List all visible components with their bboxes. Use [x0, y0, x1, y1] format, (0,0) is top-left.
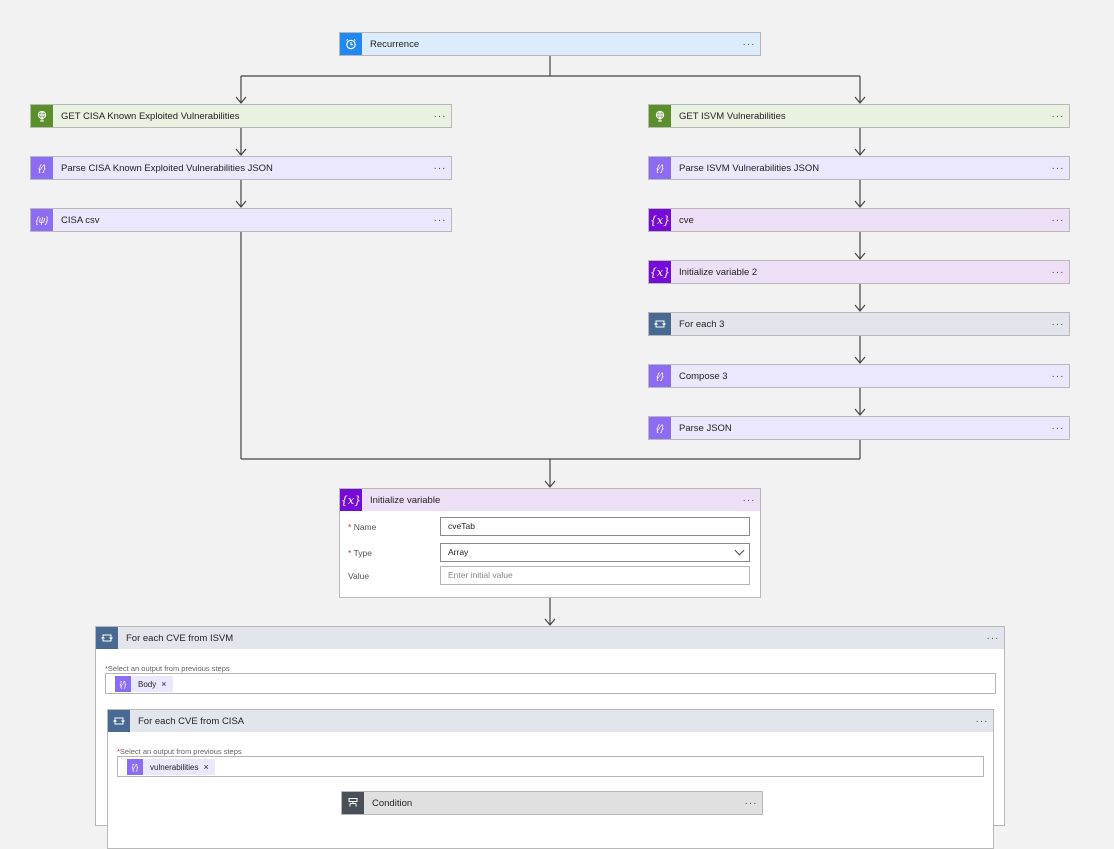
type-select[interactable]: Array	[440, 543, 750, 562]
for-each-cisa-header[interactable]: For each CVE from CISA ···	[108, 710, 993, 732]
more-options-icon[interactable]: ···	[738, 495, 760, 506]
cve-variable-action[interactable]: {x} cve ···	[648, 208, 1070, 232]
name-input[interactable]: cveTab	[440, 517, 750, 536]
vulnerabilities-token[interactable]: {⁄} vulnerabilities ×	[127, 759, 215, 775]
parse-isvm-label: Parse ISVM Vulnerabilities JSON	[679, 162, 820, 174]
init-variable-2-label: Initialize variable 2	[679, 266, 758, 278]
braces-icon: {⁄}	[31, 157, 53, 179]
recurrence-trigger[interactable]: Recurrence ···	[339, 32, 761, 56]
vulnerabilities-token-label: vulnerabilities	[150, 762, 199, 772]
remove-token-icon[interactable]: ×	[203, 762, 208, 772]
condition-action[interactable]: Condition ···	[341, 791, 763, 815]
name-field-label: * Name	[348, 522, 377, 532]
more-options-icon[interactable]: ···	[1047, 371, 1069, 382]
braces-icon: {⁄}	[649, 417, 671, 439]
parse-isvm-action[interactable]: {⁄} Parse ISVM Vulnerabilities JSON ···	[648, 156, 1070, 180]
for-each-cisa-title: For each CVE from CISA	[138, 715, 245, 727]
get-cisa-label: GET CISA Known Exploited Vulnerabilities	[61, 110, 240, 122]
chevron-down-icon	[734, 545, 745, 556]
more-options-icon[interactable]: ···	[429, 111, 451, 122]
parse-json-action[interactable]: {⁄} Parse JSON ···	[648, 416, 1070, 440]
parse-cisa-action[interactable]: {⁄} Parse CISA Known Exploited Vulnerabi…	[30, 156, 452, 180]
cisa-output-input[interactable]: {⁄} vulnerabilities ×	[117, 756, 984, 777]
init-variable-2-action[interactable]: {x} Initialize variable 2 ···	[648, 260, 1070, 284]
remove-token-icon[interactable]: ×	[161, 679, 166, 689]
for-each-3-label: For each 3	[679, 318, 725, 330]
more-options-icon[interactable]: ···	[971, 716, 993, 727]
braces-icon: {⁄}	[115, 676, 131, 692]
more-options-icon[interactable]: ···	[1047, 215, 1069, 226]
value-input[interactable]: Enter initial value	[440, 566, 750, 585]
loop-icon	[108, 710, 130, 732]
for-each-isvm-container[interactable]: For each CVE from ISVM ··· *Select an ou…	[95, 626, 1005, 849]
initialize-variable-title: Initialize variable	[370, 494, 441, 506]
more-options-icon[interactable]: ···	[1047, 267, 1069, 278]
more-options-icon[interactable]: ···	[740, 798, 762, 809]
for-each-isvm-header[interactable]: For each CVE from ISVM ···	[96, 627, 1004, 649]
more-options-icon[interactable]: ···	[1047, 163, 1069, 174]
more-options-icon[interactable]: ···	[1047, 423, 1069, 434]
more-options-icon[interactable]: ···	[1047, 319, 1069, 330]
recurrence-label: Recurrence	[370, 38, 420, 50]
for-each-cisa-container[interactable]: For each CVE from CISA ··· *Select an ou…	[107, 709, 994, 849]
for-each-3-action[interactable]: For each 3 ···	[648, 312, 1070, 336]
globe-icon	[31, 105, 53, 127]
initialize-variable-card[interactable]: {x} Initialize variable ··· * Name cveTa…	[339, 488, 761, 598]
parse-cisa-label: Parse CISA Known Exploited Vulnerabiliti…	[61, 162, 273, 174]
loop-icon	[96, 627, 118, 649]
cve-label: cve	[679, 214, 694, 226]
compose-3-label: Compose 3	[679, 370, 728, 382]
variable-x-icon: {x}	[649, 261, 671, 283]
get-isvm-label: GET ISVM Vulnerabilities	[679, 110, 786, 122]
globe-icon	[649, 105, 671, 127]
more-options-icon[interactable]: ···	[429, 215, 451, 226]
isvm-output-input[interactable]: {⁄} Body ×	[105, 673, 996, 694]
more-options-icon[interactable]: ···	[429, 163, 451, 174]
body-token-label: Body	[138, 679, 157, 689]
cisa-csv-action[interactable]: {ψ} CISA csv ···	[30, 208, 452, 232]
initialize-variable-header[interactable]: {x} Initialize variable ···	[340, 489, 760, 511]
braces-icon: {⁄}	[649, 365, 671, 387]
cisa-csv-label: CISA csv	[61, 214, 100, 226]
alarm-clock-icon	[340, 33, 362, 55]
condition-label: Condition	[372, 797, 413, 809]
variable-x-icon: {x}	[340, 489, 362, 511]
condition-icon	[342, 792, 364, 814]
body-token[interactable]: {⁄} Body ×	[115, 676, 173, 692]
for-each-isvm-title: For each CVE from ISVM	[126, 632, 234, 644]
compose-3-action[interactable]: {⁄} Compose 3 ···	[648, 364, 1070, 388]
more-options-icon[interactable]: ···	[738, 39, 760, 50]
variable-x-icon: {x}	[649, 209, 671, 231]
parse-json-label: Parse JSON	[679, 422, 732, 434]
type-select-value: Array	[448, 547, 469, 557]
more-options-icon[interactable]: ···	[1047, 111, 1069, 122]
get-cisa-action[interactable]: GET CISA Known Exploited Vulnerabilities…	[30, 104, 452, 128]
cisa-select-label: *Select an output from previous steps	[117, 747, 242, 756]
braces-icon: {⁄}	[127, 759, 143, 775]
value-field-label: Value	[348, 571, 370, 581]
isvm-select-label: *Select an output from previous steps	[105, 664, 230, 673]
braces-icon: {⁄}	[649, 157, 671, 179]
more-options-icon[interactable]: ···	[982, 633, 1004, 644]
braces-icon: {ψ}	[31, 209, 53, 231]
get-isvm-action[interactable]: GET ISVM Vulnerabilities ···	[648, 104, 1070, 128]
type-field-label: * Type	[348, 548, 372, 558]
loop-icon	[649, 313, 671, 335]
